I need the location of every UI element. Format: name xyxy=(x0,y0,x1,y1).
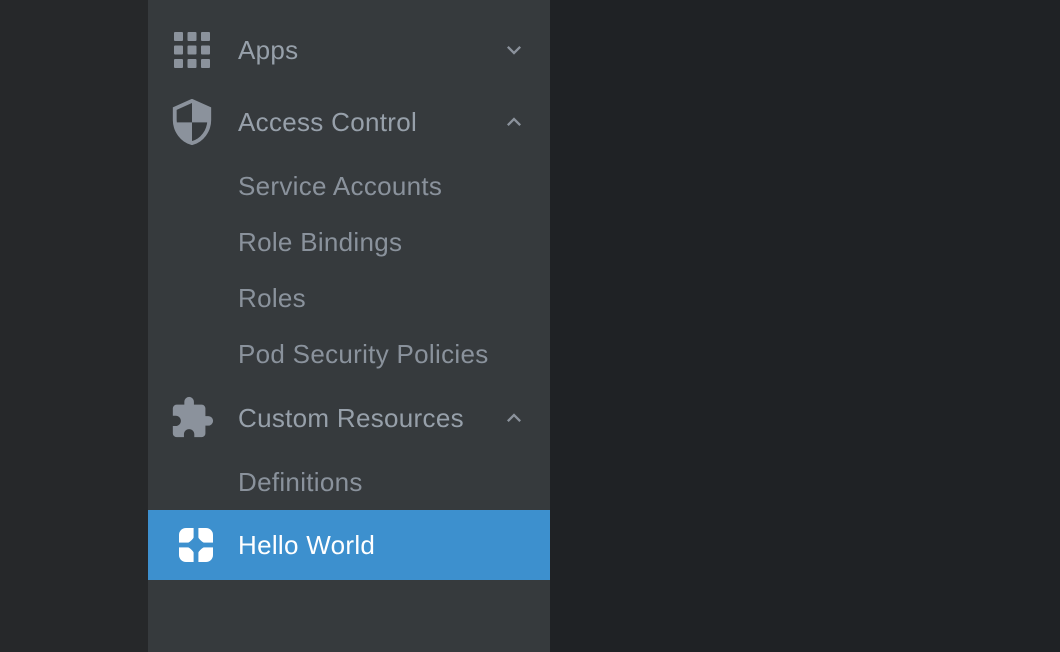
sidebar-subitem-label: Roles xyxy=(238,283,306,314)
sidebar-item-hello-world[interactable]: Hello World xyxy=(148,510,550,580)
screen: Apps Access Control xyxy=(0,0,1060,652)
left-panel xyxy=(0,0,148,652)
sidebar-item-label: Access Control xyxy=(238,107,417,138)
sidebar-item-label: Custom Resources xyxy=(238,403,464,434)
apps-grid-icon xyxy=(169,27,215,73)
chevron-up-icon[interactable] xyxy=(500,404,528,432)
sidebar-item-service-accounts[interactable]: Service Accounts xyxy=(148,158,550,214)
sidebar: Apps Access Control xyxy=(148,0,550,652)
sidebar-item-roles[interactable]: Roles xyxy=(148,270,550,326)
sidebar-item-definitions[interactable]: Definitions xyxy=(148,454,550,510)
sidebar-subitem-label: Hello World xyxy=(238,530,375,561)
sidebar-item-pod-security-policies[interactable]: Pod Security Policies xyxy=(148,326,550,382)
sidebar-item-custom-resources[interactable]: Custom Resources xyxy=(148,382,550,454)
puzzle-icon xyxy=(169,395,215,441)
chevron-up-icon[interactable] xyxy=(500,108,528,136)
crd-icon xyxy=(179,528,213,562)
sidebar-item-role-bindings[interactable]: Role Bindings xyxy=(148,214,550,270)
chevron-down-icon[interactable] xyxy=(500,36,528,64)
sidebar-item-apps[interactable]: Apps xyxy=(148,14,550,86)
main-content-area xyxy=(550,0,1060,652)
shield-checkered-icon xyxy=(169,99,215,145)
sidebar-subitem-label: Service Accounts xyxy=(238,171,442,202)
sidebar-subitem-label: Definitions xyxy=(238,467,363,498)
sidebar-item-label: Apps xyxy=(238,35,298,66)
sidebar-subitem-label: Role Bindings xyxy=(238,227,402,258)
sidebar-subitem-label: Pod Security Policies xyxy=(238,339,489,370)
sidebar-item-access-control[interactable]: Access Control xyxy=(148,86,550,158)
